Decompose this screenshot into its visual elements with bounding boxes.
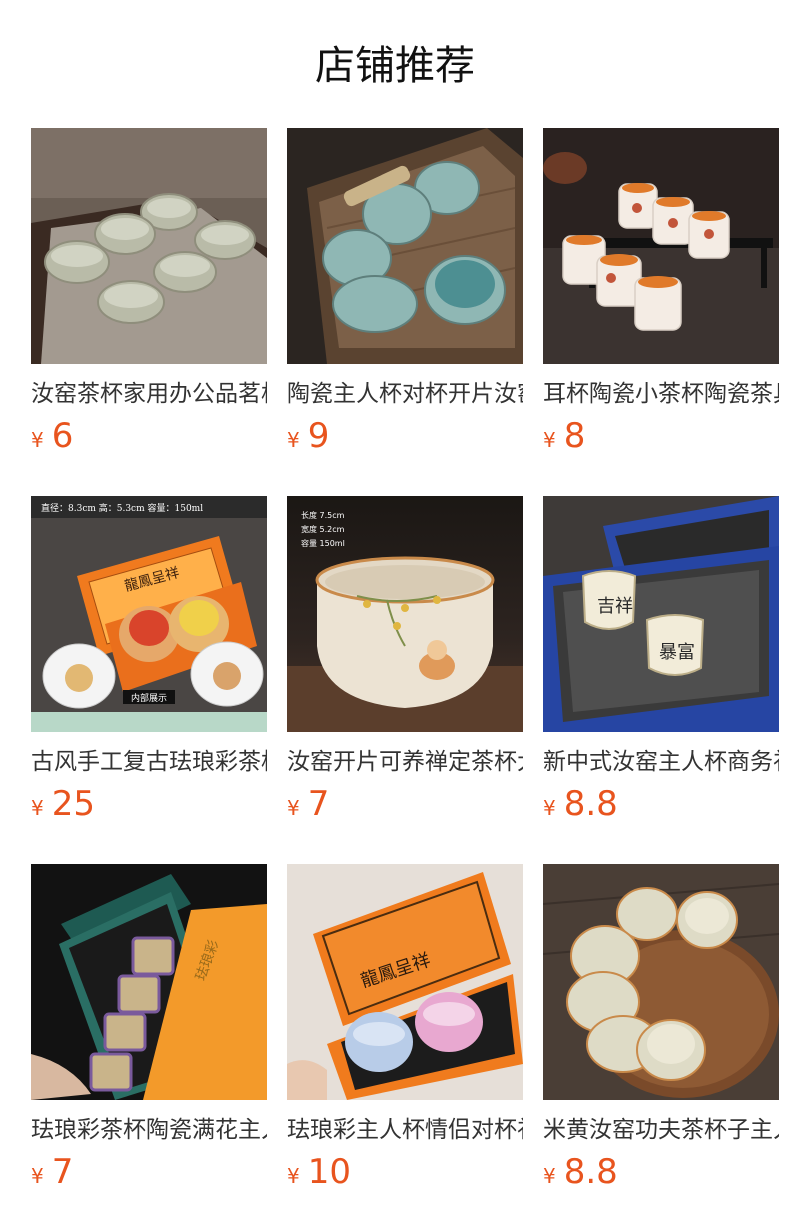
product-card[interactable]: 龍鳳呈祥 珐琅彩主人杯情侣对杯礼 ¥10 (287, 864, 523, 1232)
spec-capacity: 容量 150ml (301, 538, 345, 548)
product-card[interactable]: 珐琅彩 珐琅彩茶杯陶瓷满花主人 ¥7 (31, 864, 267, 1232)
currency-symbol: ¥ (31, 796, 44, 820)
spec-label: 直径：8.3cm 高：5.3cm 容量：150ml (41, 502, 203, 514)
product-image[interactable] (287, 128, 523, 364)
product-price: ¥8 (543, 416, 779, 456)
product-name[interactable]: 米黄汝窑功夫茶杯子主人 (543, 1114, 779, 1146)
product-name[interactable]: 陶瓷主人杯对杯开片汝窑 (287, 378, 523, 410)
currency-symbol: ¥ (31, 1164, 44, 1188)
product-image[interactable] (543, 128, 779, 364)
price-value: 8.8 (563, 1152, 618, 1192)
price-value: 6 (51, 416, 74, 456)
price-value: 8.8 (563, 784, 618, 824)
price-value: 9 (307, 416, 330, 456)
currency-symbol: ¥ (287, 1164, 300, 1188)
product-price: ¥6 (31, 416, 267, 456)
product-image[interactable] (543, 864, 779, 1100)
inner-label: 内部展示 (131, 692, 167, 704)
product-image[interactable]: 直径：8.3cm 高：5.3cm 容量：150ml 龍鳳呈祥 内部展示 (31, 496, 267, 732)
spec-length: 长度 7.5cm (301, 510, 345, 520)
currency-symbol: ¥ (287, 428, 300, 452)
product-card[interactable]: 汝窑茶杯家用办公品茗杯 ¥6 (31, 128, 267, 496)
cup-text: 吉祥 (597, 596, 633, 617)
product-image[interactable]: 吉祥 暴富 (543, 496, 779, 732)
product-name[interactable]: 汝窑茶杯家用办公品茗杯 (31, 378, 267, 410)
product-image[interactable]: 珐琅彩 (31, 864, 267, 1100)
product-card[interactable]: 陶瓷主人杯对杯开片汝窑 ¥9 (287, 128, 523, 496)
product-name[interactable]: 耳杯陶瓷小茶杯陶瓷茶具 (543, 378, 779, 410)
cup-text: 暴富 (659, 642, 695, 663)
product-card[interactable]: 耳杯陶瓷小茶杯陶瓷茶具 ¥8 (543, 128, 779, 496)
price-value: 25 (51, 784, 95, 824)
product-price: ¥9 (287, 416, 523, 456)
product-name[interactable]: 汝窑开片可养禅定茶杯大 (287, 746, 523, 778)
product-price: ¥7 (287, 784, 523, 824)
currency-symbol: ¥ (543, 428, 556, 452)
product-image[interactable]: 长度 7.5cm 宽度 5.2cm 容量 150ml (287, 496, 523, 732)
product-card[interactable]: 直径：8.3cm 高：5.3cm 容量：150ml 龍鳳呈祥 内部展示 古风手工… (31, 496, 267, 864)
price-value: 8 (563, 416, 586, 456)
product-price: ¥25 (31, 784, 267, 824)
product-card[interactable]: 长度 7.5cm 宽度 5.2cm 容量 150ml 汝窑开片可养禅定茶杯大 ¥… (287, 496, 523, 864)
price-value: 10 (307, 1152, 351, 1192)
product-price: ¥10 (287, 1152, 523, 1192)
section-title: 店铺推荐 (315, 43, 475, 89)
product-price: ¥7 (31, 1152, 267, 1192)
product-name[interactable]: 古风手工复古珐琅彩茶杯 (31, 746, 267, 778)
product-name[interactable]: 新中式汝窑主人杯商务礼 (543, 746, 779, 778)
product-card[interactable]: 吉祥 暴富 新中式汝窑主人杯商务礼 ¥8.8 (543, 496, 779, 864)
product-card[interactable]: 米黄汝窑功夫茶杯子主人 ¥8.8 (543, 864, 779, 1232)
currency-symbol: ¥ (287, 796, 300, 820)
price-value: 7 (307, 784, 330, 824)
price-value: 7 (51, 1152, 74, 1192)
product-image[interactable]: 龍鳳呈祥 (287, 864, 523, 1100)
product-price: ¥8.8 (543, 784, 779, 824)
currency-symbol: ¥ (543, 1164, 556, 1188)
product-price: ¥8.8 (543, 1152, 779, 1192)
product-name[interactable]: 珐琅彩茶杯陶瓷满花主人 (31, 1114, 267, 1146)
product-grid: 汝窑茶杯家用办公品茗杯 ¥6 陶瓷主人杯对杯开片汝窑 ¥ 9 耳杯陶瓷小茶杯陶瓷… (31, 128, 779, 1232)
product-image[interactable] (31, 128, 267, 364)
product-name[interactable]: 珐琅彩主人杯情侣对杯礼 (287, 1114, 523, 1146)
spec-width: 宽度 5.2cm (301, 524, 345, 534)
currency-symbol: ¥ (31, 428, 44, 452)
currency-symbol: ¥ (543, 796, 556, 820)
